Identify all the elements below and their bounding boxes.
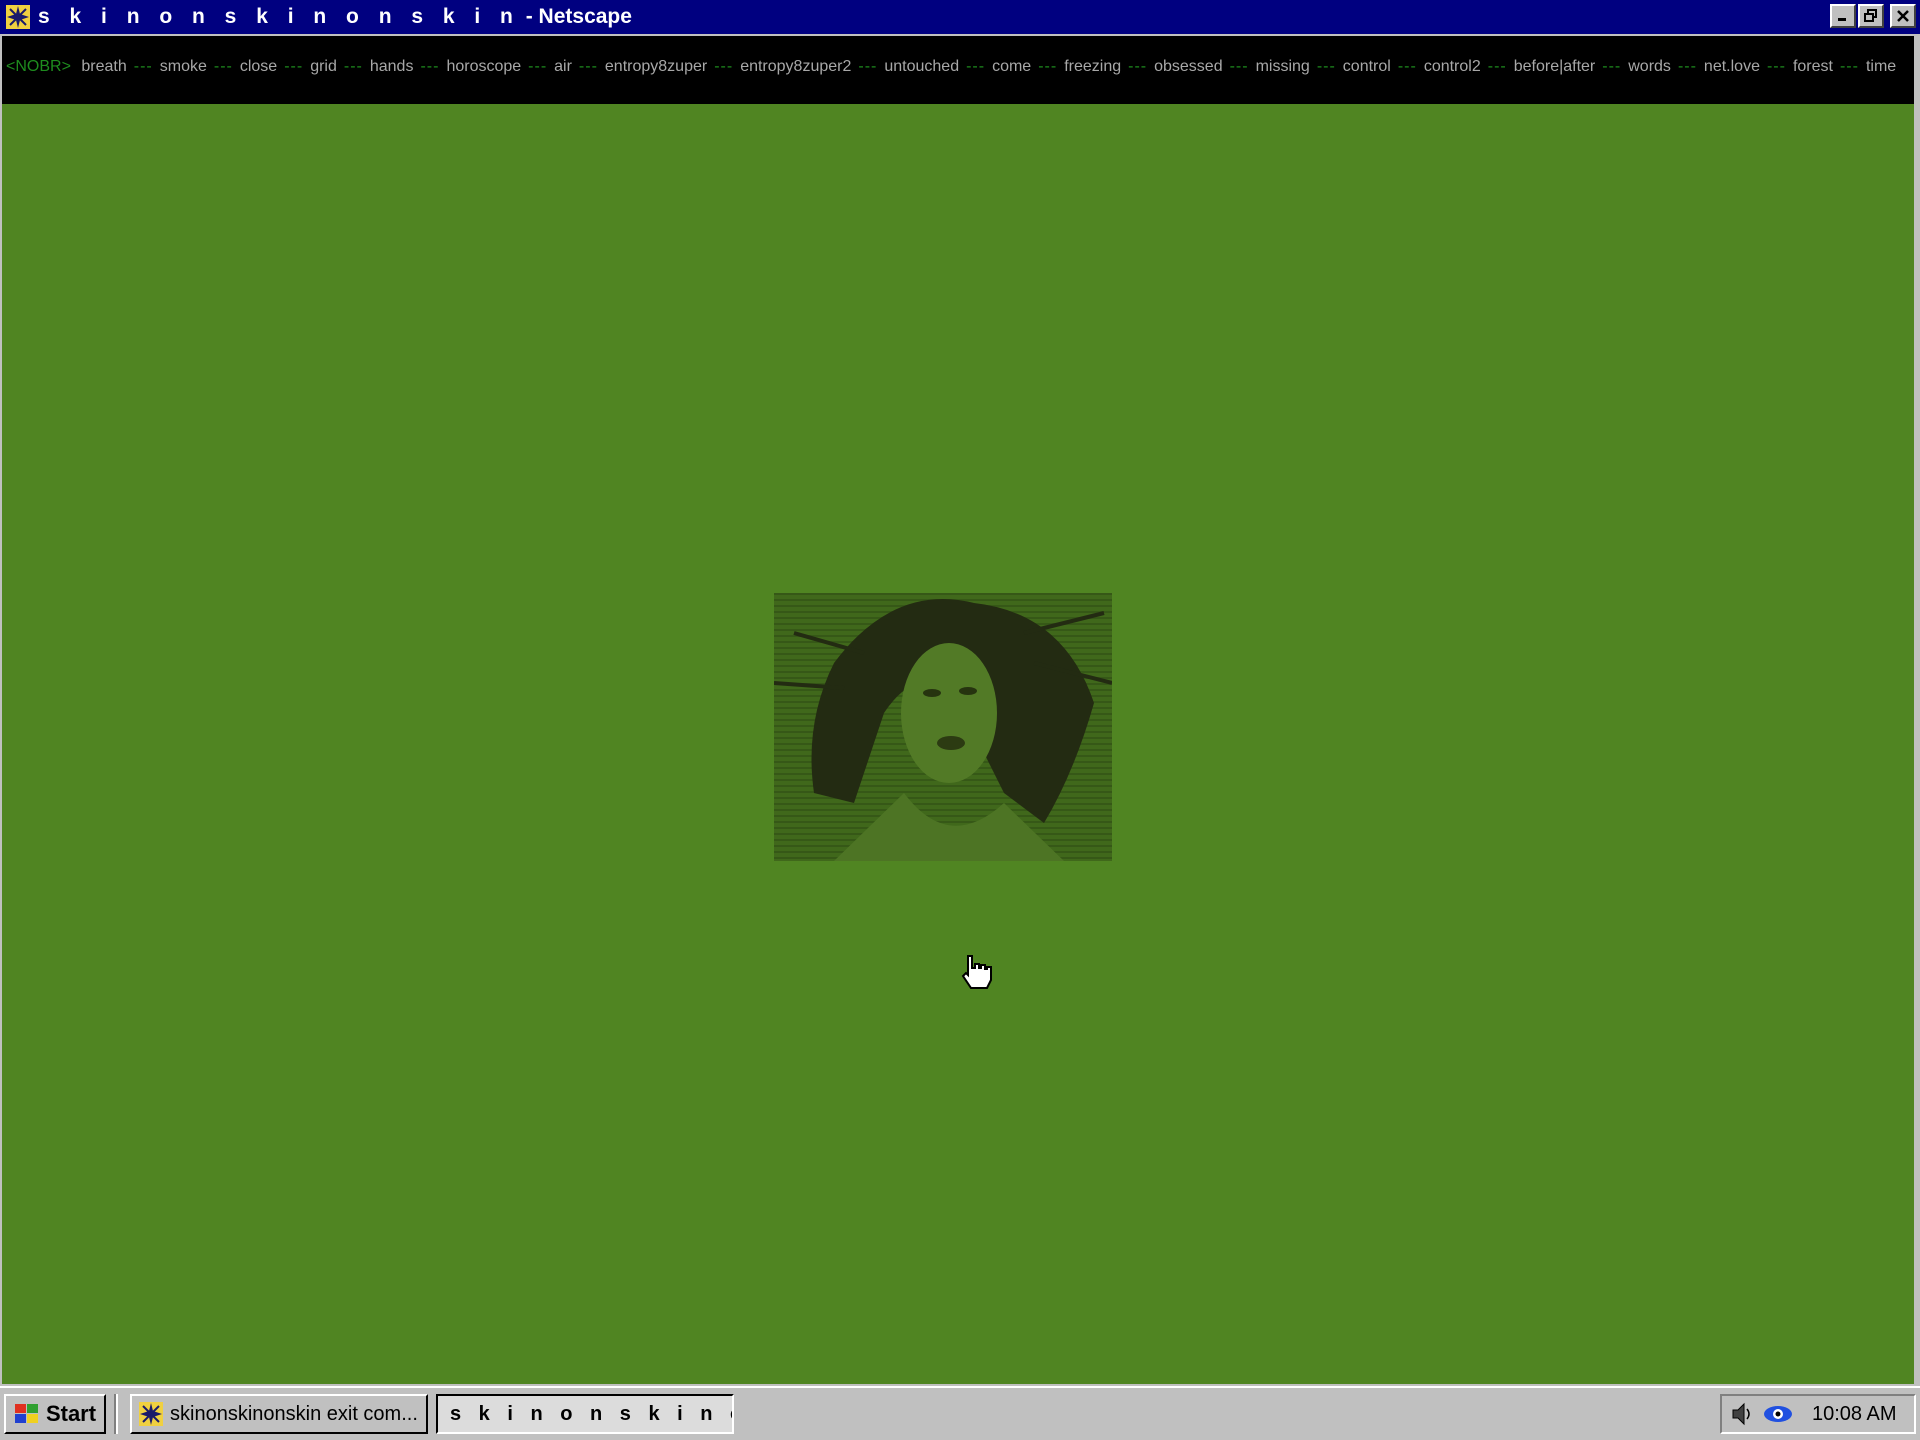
task-label: skinonskinonskin exit com...	[170, 1402, 418, 1425]
nav-link[interactable]: freezing	[1064, 58, 1121, 75]
nav-link[interactable]: grid	[310, 58, 337, 75]
link-separator: ---	[528, 58, 548, 75]
link-separator: ---	[1229, 58, 1249, 75]
title-bar[interactable]: s k i n o n s k i n o n s k i n - Netsca…	[0, 0, 1920, 34]
clock[interactable]: 10:08 AM	[1812, 1403, 1897, 1426]
nav-link[interactable]: obsessed	[1154, 58, 1223, 75]
nav-link[interactable]: words	[1628, 58, 1671, 75]
nav-link[interactable]: control2	[1424, 58, 1481, 75]
nav-link[interactable]: entropy8zuper	[605, 58, 707, 75]
nobr-tag-text: <NOBR>	[6, 58, 71, 75]
netscape-icon[interactable]	[4, 3, 32, 31]
close-icon	[1897, 10, 1909, 22]
link-separator: ---	[1766, 58, 1786, 75]
nav-link[interactable]: control	[1343, 58, 1391, 75]
nav-link[interactable]: come	[992, 58, 1031, 75]
link-separator: ---	[133, 58, 153, 75]
link-separator: ---	[1128, 58, 1148, 75]
link-separator: ---	[420, 58, 440, 75]
nav-link[interactable]: smoke	[160, 58, 207, 75]
nav-link[interactable]: horoscope	[446, 58, 521, 75]
link-separator: ---	[858, 58, 878, 75]
task-button-exit-window[interactable]: skinonskinonskin exit com...	[130, 1394, 428, 1434]
link-bar: <NOBR> breath --- smoke --- close --- grid --- h…	[2, 36, 1914, 104]
window-title: s k i n o n s k i n o n s k i n - Netsca…	[38, 5, 632, 28]
taskbar-divider	[114, 1394, 118, 1434]
nav-link[interactable]: net.love	[1704, 58, 1760, 75]
link-separator: ---	[284, 58, 304, 75]
window-controls	[1830, 4, 1916, 28]
nav-link[interactable]: missing	[1256, 58, 1310, 75]
nav-link[interactable]: forest	[1793, 58, 1833, 75]
hand-pointer-icon	[961, 955, 992, 989]
taskbar: Start skinonskinonskin exit com... s k i…	[0, 1386, 1920, 1440]
netscape-icon	[139, 1402, 163, 1426]
link-separator: ---	[1487, 58, 1507, 75]
link-separator: ---	[1038, 58, 1058, 75]
restore-button[interactable]	[1858, 4, 1884, 28]
nav-link[interactable]: entropy8zuper2	[740, 58, 851, 75]
link-separator: ---	[213, 58, 233, 75]
network-eye-icon[interactable]	[1762, 1401, 1794, 1427]
link-separator: ---	[578, 58, 598, 75]
close-button[interactable]	[1890, 4, 1916, 28]
link-separator: ---	[714, 58, 734, 75]
speaker-icon[interactable]	[1730, 1401, 1756, 1427]
link-separator: ---	[1602, 58, 1622, 75]
system-tray: 10:08 AM	[1720, 1394, 1916, 1434]
minimize-icon	[1838, 18, 1846, 21]
link-separator: ---	[343, 58, 363, 75]
link-separator: ---	[1316, 58, 1336, 75]
link-separator: ---	[1677, 58, 1697, 75]
windows-logo-icon	[14, 1404, 38, 1423]
nav-link[interactable]: untouched	[884, 58, 959, 75]
link-separator: ---	[966, 58, 986, 75]
nav-link[interactable]: air	[554, 58, 572, 75]
browser-window: s k i n o n s k i n o n s k i n - Netsca…	[0, 0, 1920, 1386]
link-separator: ---	[1397, 58, 1417, 75]
nav-link[interactable]: time	[1866, 58, 1896, 75]
page-content	[2, 104, 1914, 1384]
task-label: s k i n o n s k i n o n ...	[450, 1402, 732, 1425]
link-separator: ---	[1839, 58, 1859, 75]
portrait-photo[interactable]	[774, 593, 1112, 861]
nav-link[interactable]: breath	[81, 58, 126, 75]
start-label: Start	[45, 1401, 97, 1426]
nav-link[interactable]: before|after	[1514, 58, 1596, 75]
restore-icon	[1864, 9, 1877, 22]
start-button[interactable]: Start	[4, 1394, 106, 1434]
nav-link[interactable]: close	[240, 58, 277, 75]
minimize-button[interactable]	[1830, 4, 1856, 28]
task-button-active-window[interactable]: s k i n o n s k i n o n ...	[436, 1394, 734, 1434]
nav-link[interactable]: hands	[370, 58, 414, 75]
